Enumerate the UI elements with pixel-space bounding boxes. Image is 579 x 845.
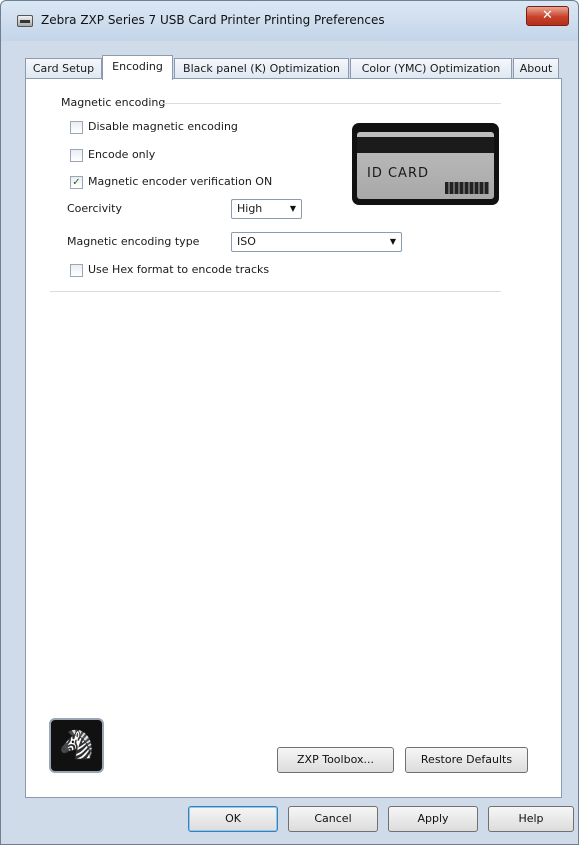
restore-defaults-button[interactable]: Restore Defaults (405, 747, 528, 773)
checkbox-label: Magnetic encoder verification ON (88, 175, 273, 188)
dropdown-arrow-icon: ▼ (389, 237, 396, 246)
id-card-image: ID CARD (352, 123, 499, 205)
title-bar[interactable]: Zebra ZXP Series 7 USB Card Printer Prin… (1, 1, 578, 41)
window-title: Zebra ZXP Series 7 USB Card Printer Prin… (41, 13, 385, 27)
encoding-type-label: Magnetic encoding type (67, 235, 200, 248)
coercivity-label: Coercivity (67, 202, 122, 215)
printer-icon (17, 15, 33, 27)
zebra-logo-icon: 🦓 (49, 718, 104, 773)
card-face: ID CARD (357, 132, 494, 199)
check-mark-icon[interactable]: ✓ (70, 176, 83, 189)
card-label: ID CARD (367, 166, 429, 181)
group-divider (161, 103, 501, 104)
apply-button[interactable]: Apply (388, 806, 478, 832)
checkbox-box[interactable] (70, 264, 83, 277)
checkbox-label: Use Hex format to encode tracks (88, 263, 270, 276)
dropdown-arrow-icon: ▼ (289, 204, 296, 213)
cancel-button[interactable]: Cancel (288, 806, 378, 832)
tab-encoding[interactable]: Encoding (102, 55, 173, 80)
group-bottom-divider (50, 291, 501, 292)
checkbox-box[interactable] (70, 121, 83, 134)
coercivity-value: High (237, 202, 263, 215)
tab-about[interactable]: About (513, 58, 559, 79)
checkbox-label: Encode only (88, 148, 156, 161)
tab-black-panel-optimization[interactable]: Black panel (K) Optimization (174, 58, 349, 79)
help-button[interactable]: Help (488, 806, 574, 832)
encoding-type-value: ISO (237, 235, 256, 248)
magnetic-stripe (357, 137, 494, 153)
encoding-panel: Magnetic encoding Disable magnetic encod… (25, 78, 562, 798)
checkbox-box[interactable] (70, 149, 83, 162)
checkbox-label: Disable magnetic encoding (88, 120, 238, 133)
encoding-type-select[interactable]: ISO ▼ (231, 232, 402, 252)
preferences-window: Zebra ZXP Series 7 USB Card Printer Prin… (0, 0, 579, 845)
card-barcode (445, 182, 489, 194)
tab-card-setup[interactable]: Card Setup (25, 58, 102, 79)
coercivity-select[interactable]: High ▼ (231, 199, 302, 219)
zxp-toolbox-button[interactable]: ZXP Toolbox... (277, 747, 394, 773)
ok-button[interactable]: OK (188, 806, 278, 832)
tab-color-optimization[interactable]: Color (YMC) Optimization (350, 58, 512, 79)
magnetic-encoding-group-label: Magnetic encoding (61, 96, 166, 109)
close-button[interactable]: ✕ (526, 6, 569, 26)
